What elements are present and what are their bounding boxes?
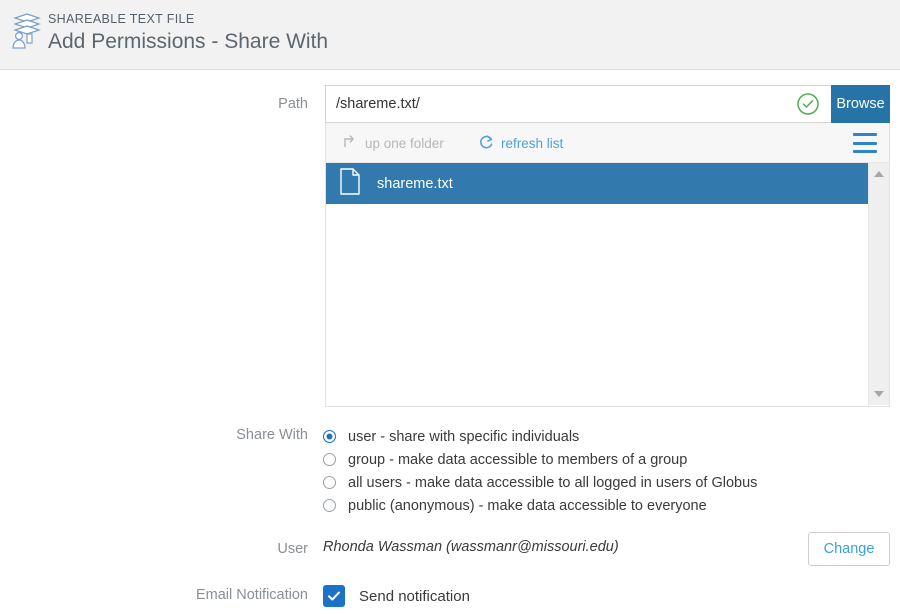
page-title: Add Permissions - Share With [48,30,328,54]
header-eyebrow: SHAREABLE TEXT FILE [48,12,195,26]
shareable-file-stack-icon [10,12,44,50]
document-icon [339,168,361,200]
radio-mark-icon [323,476,336,489]
share-with-option-user[interactable]: user - share with specific individuals [323,425,843,448]
refresh-list-button[interactable]: refresh list [478,123,563,163]
change-user-button[interactable]: Change [808,532,890,566]
radio-label: group - make data accessible to members … [348,452,687,468]
up-one-folder-button[interactable]: up one folder [342,123,444,163]
share-with-option-all-users[interactable]: all users - make data accessible to all … [323,471,843,494]
radio-mark-icon [323,453,336,466]
share-with-radio-group: user - share with specific individuals g… [323,425,843,517]
share-with-option-public[interactable]: public (anonymous) - make data accessibl… [323,494,843,517]
circle-check-icon [784,85,831,123]
app-header: SHAREABLE TEXT FILE Add Permissions - Sh… [0,0,900,70]
file-list-scrollbar[interactable] [868,163,889,405]
file-list: shareme.txt [326,163,868,405]
radio-label: user - share with specific individuals [348,429,579,445]
scroll-down-arrow-icon[interactable] [874,391,884,397]
scroll-up-arrow-icon[interactable] [874,171,884,177]
file-name: shareme.txt [377,176,453,192]
file-browser-panel: up one folder refresh list shareme.t [325,123,890,407]
refresh-list-label: refresh list [501,136,563,151]
radio-label: public (anonymous) - make data accessibl… [348,498,707,514]
share-with-label: Share With [236,427,308,443]
hamburger-menu-icon[interactable] [853,133,877,153]
user-value: Rhonda Wassman (wassmanr@missouri.edu) [323,539,619,555]
share-with-option-group[interactable]: group - make data accessible to members … [323,448,843,471]
arrow-up-corner-icon [342,133,359,153]
path-row: Browse [325,85,890,123]
up-one-folder-label: up one folder [365,136,444,151]
file-list-item[interactable]: shareme.txt [326,163,868,204]
radio-label: all users - make data accessible to all … [348,475,757,491]
user-label: User [277,541,308,557]
email-notification-label: Email Notification [196,587,308,603]
radio-mark-icon [323,430,336,443]
refresh-circular-arrow-icon [478,133,495,154]
checkmark-icon [323,585,345,607]
path-label: Path [278,96,308,112]
radio-mark-icon [323,499,336,512]
browse-button[interactable]: Browse [831,85,890,123]
path-input[interactable] [325,85,784,123]
send-notification-label: Send notification [359,588,470,605]
file-browser-toolbar: up one folder refresh list [326,123,889,163]
send-notification-checkbox[interactable]: Send notification [323,585,470,607]
